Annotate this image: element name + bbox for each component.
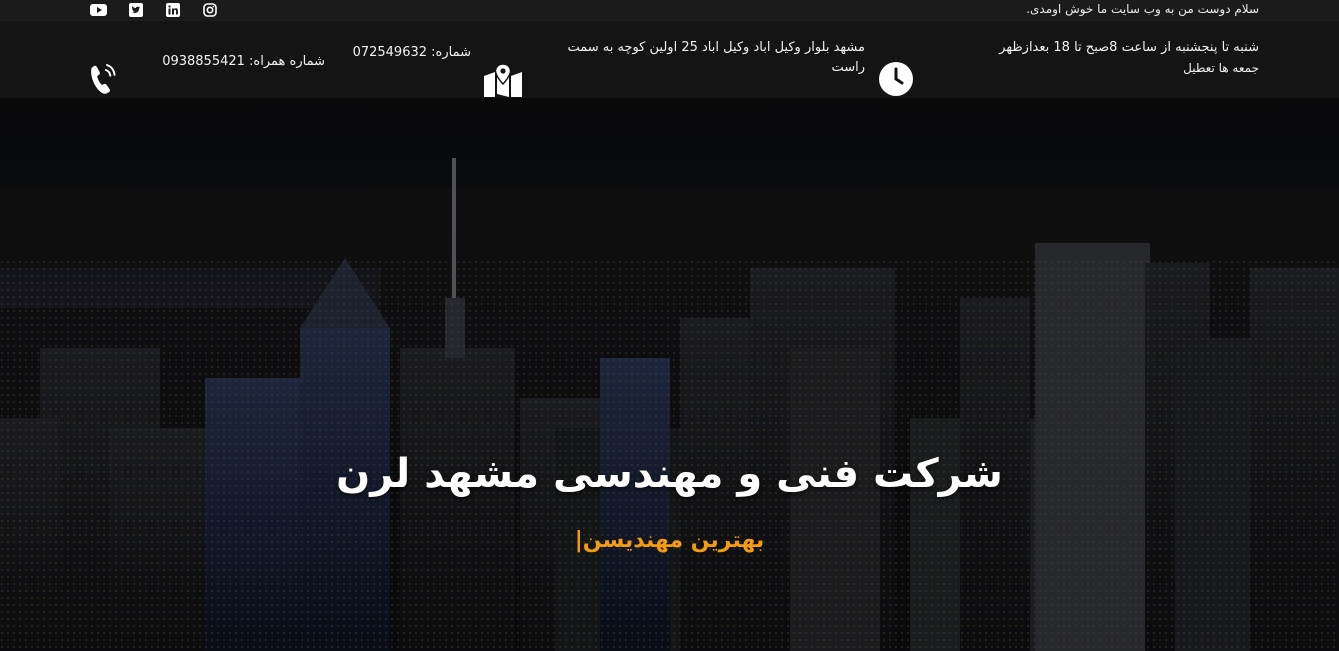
clock-icon [879, 62, 913, 96]
welcome-text: سلام دوست من به وب سایت ما خوش اومدی. [1026, 2, 1259, 16]
map-icon [484, 64, 522, 97]
twitter-icon[interactable] [127, 2, 144, 17]
city-skyline-image [0, 98, 1339, 651]
hero-subtitle: بهترین مهندیسن| [574, 528, 765, 553]
social-links [90, 2, 218, 17]
working-hours: شنبه تا پنجشنبه از ساعت 8صبح تا 18 بعداز… [969, 38, 1259, 78]
phone-icon [91, 64, 116, 94]
hero-title: شرکت فنی و مهندسی مشهد لرن [336, 451, 1003, 497]
working-hours-line1: شنبه تا پنجشنبه از ساعت 8صبح تا 18 بعداز… [999, 40, 1259, 55]
hero-banner: شرکت فنی و مهندسی مشهد لرن بهترین مهندیس… [0, 98, 1339, 651]
working-hours-line2: جمعه ها تعطیل [1183, 61, 1259, 75]
address-text: مشهد بلوار وکیل اباد وکیل اباد 25 اولین … [567, 40, 865, 75]
instagram-icon[interactable] [201, 2, 218, 17]
youtube-icon[interactable] [90, 2, 107, 17]
phone-number: شماره: 072549632 [352, 45, 471, 60]
mobile-number: شماره همراه: 0938855421 [162, 54, 325, 69]
contact-info-bar: شنبه تا پنجشنبه از ساعت 8صبح تا 18 بعداز… [0, 21, 1339, 98]
linkedin-icon[interactable] [164, 2, 181, 17]
top-bar: سلام دوست من به وب سایت ما خوش اومدی. [0, 0, 1339, 22]
